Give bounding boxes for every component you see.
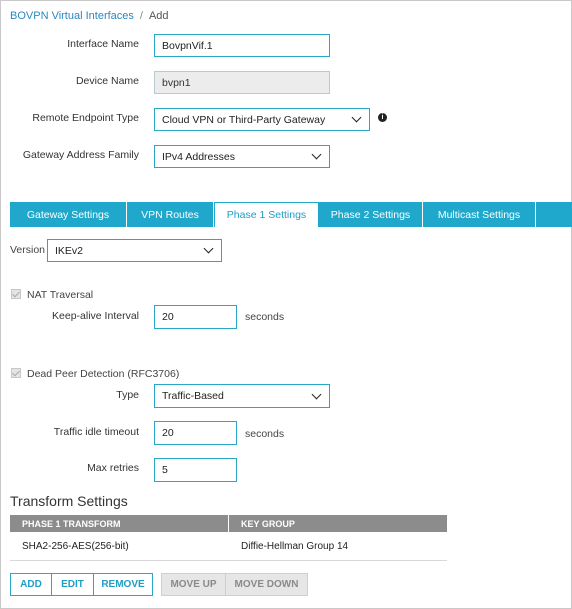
remove-button[interactable]: REMOVE [93,573,153,596]
move-down-button[interactable]: MOVE DOWN [225,573,308,596]
chevron-down-icon [311,389,322,399]
remote-endpoint-type-select[interactable]: Cloud VPN or Third-Party Gateway [154,108,370,131]
interface-name-input[interactable]: BovpnVif.1 [154,34,330,57]
transform-table-header: PHASE 1 TRANSFORM KEY GROUP [10,515,447,532]
traffic-idle-timeout-unit: seconds [245,428,285,440]
max-retries-value: 5 [162,464,168,476]
settings-tabs: Gateway Settings VPN Routes Phase 1 Sett… [10,202,572,227]
move-up-button[interactable]: MOVE UP [161,573,226,596]
transform-settings-heading: Transform Settings [10,493,128,509]
keepalive-interval-input[interactable]: 20 [154,305,237,329]
tab-multicast-settings[interactable]: Multicast Settings [423,202,536,227]
tab-gateway-settings[interactable]: Gateway Settings [10,202,127,227]
interface-name-label: Interface Name [67,38,139,50]
nat-traversal-checkbox[interactable] [11,289,21,299]
version-label: Version [10,244,46,256]
chevron-down-icon [311,149,322,160]
add-button[interactable]: ADD [10,573,52,596]
max-retries-label: Max retries [87,462,139,474]
interface-name-value: BovpnVif.1 [162,39,213,52]
breadcrumb-current: Add [148,10,169,22]
column-header-phase1-transform[interactable]: PHASE 1 TRANSFORM [10,515,229,532]
keepalive-interval-value: 20 [162,311,174,323]
page-frame: BOVPN Virtual Interfaces / Add Interface N… [0,0,572,609]
breadcrumb-link-bovpn-virtual-interfaces[interactable]: BOVPN Virtual Interfaces [10,10,134,22]
device-name-value: bvpn1 [162,76,191,89]
dead-peer-detection-label: Dead Peer Detection (RFC3706) [27,368,180,380]
traffic-idle-timeout-value: 20 [162,427,174,439]
chevron-down-icon [351,112,362,123]
key-group-cell: Diffie-Hellman Group 14 [241,540,349,552]
traffic-idle-timeout-input[interactable]: 20 [154,421,237,445]
tab-phase-1-settings[interactable]: Phase 1 Settings [214,202,319,227]
dead-peer-detection-checkbox[interactable] [11,368,21,378]
gateway-address-family-select[interactable]: IPv4 Addresses [154,145,330,168]
chevron-down-icon [203,243,214,254]
gateway-address-family-label: Gateway Address Family [22,149,139,161]
tab-phase-2-settings[interactable]: Phase 2 Settings [319,202,423,227]
transform-cell: SHA2-256-AES(256-bit) [22,540,129,552]
tab-vpn-routes[interactable]: VPN Routes [127,202,214,227]
remote-endpoint-type-value: Cloud VPN or Third-Party Gateway [162,113,326,126]
remote-endpoint-type-label: Remote Endpoint Type [32,112,139,124]
column-header-key-group[interactable]: KEY GROUP [229,515,447,532]
dpd-type-label: Type [116,389,139,401]
edit-button[interactable]: EDIT [51,573,94,596]
traffic-idle-timeout-label: Traffic idle timeout [53,426,139,438]
dpd-type-value: Traffic-Based [162,390,224,402]
breadcrumb: BOVPN Virtual Interfaces / Add [10,10,169,22]
version-select[interactable]: IKEv2 [47,239,222,262]
keepalive-interval-label: Keep-alive Interval [52,310,139,322]
device-name-label: Device Name [75,75,139,87]
gateway-address-family-value: IPv4 Addresses [162,150,235,163]
version-value: IKEv2 [55,244,84,257]
max-retries-input[interactable]: 5 [154,458,237,482]
table-row[interactable]: SHA2-256-AES(256-bit) Diffie-Hellman Gro… [10,532,447,561]
info-icon[interactable]: i [378,113,387,122]
device-name-input: bvpn1 [154,71,330,94]
keepalive-unit: seconds [245,311,285,323]
nat-traversal-label: NAT Traversal [27,289,94,301]
breadcrumb-separator: / [139,10,143,22]
dpd-type-select[interactable]: Traffic-Based [154,384,330,408]
